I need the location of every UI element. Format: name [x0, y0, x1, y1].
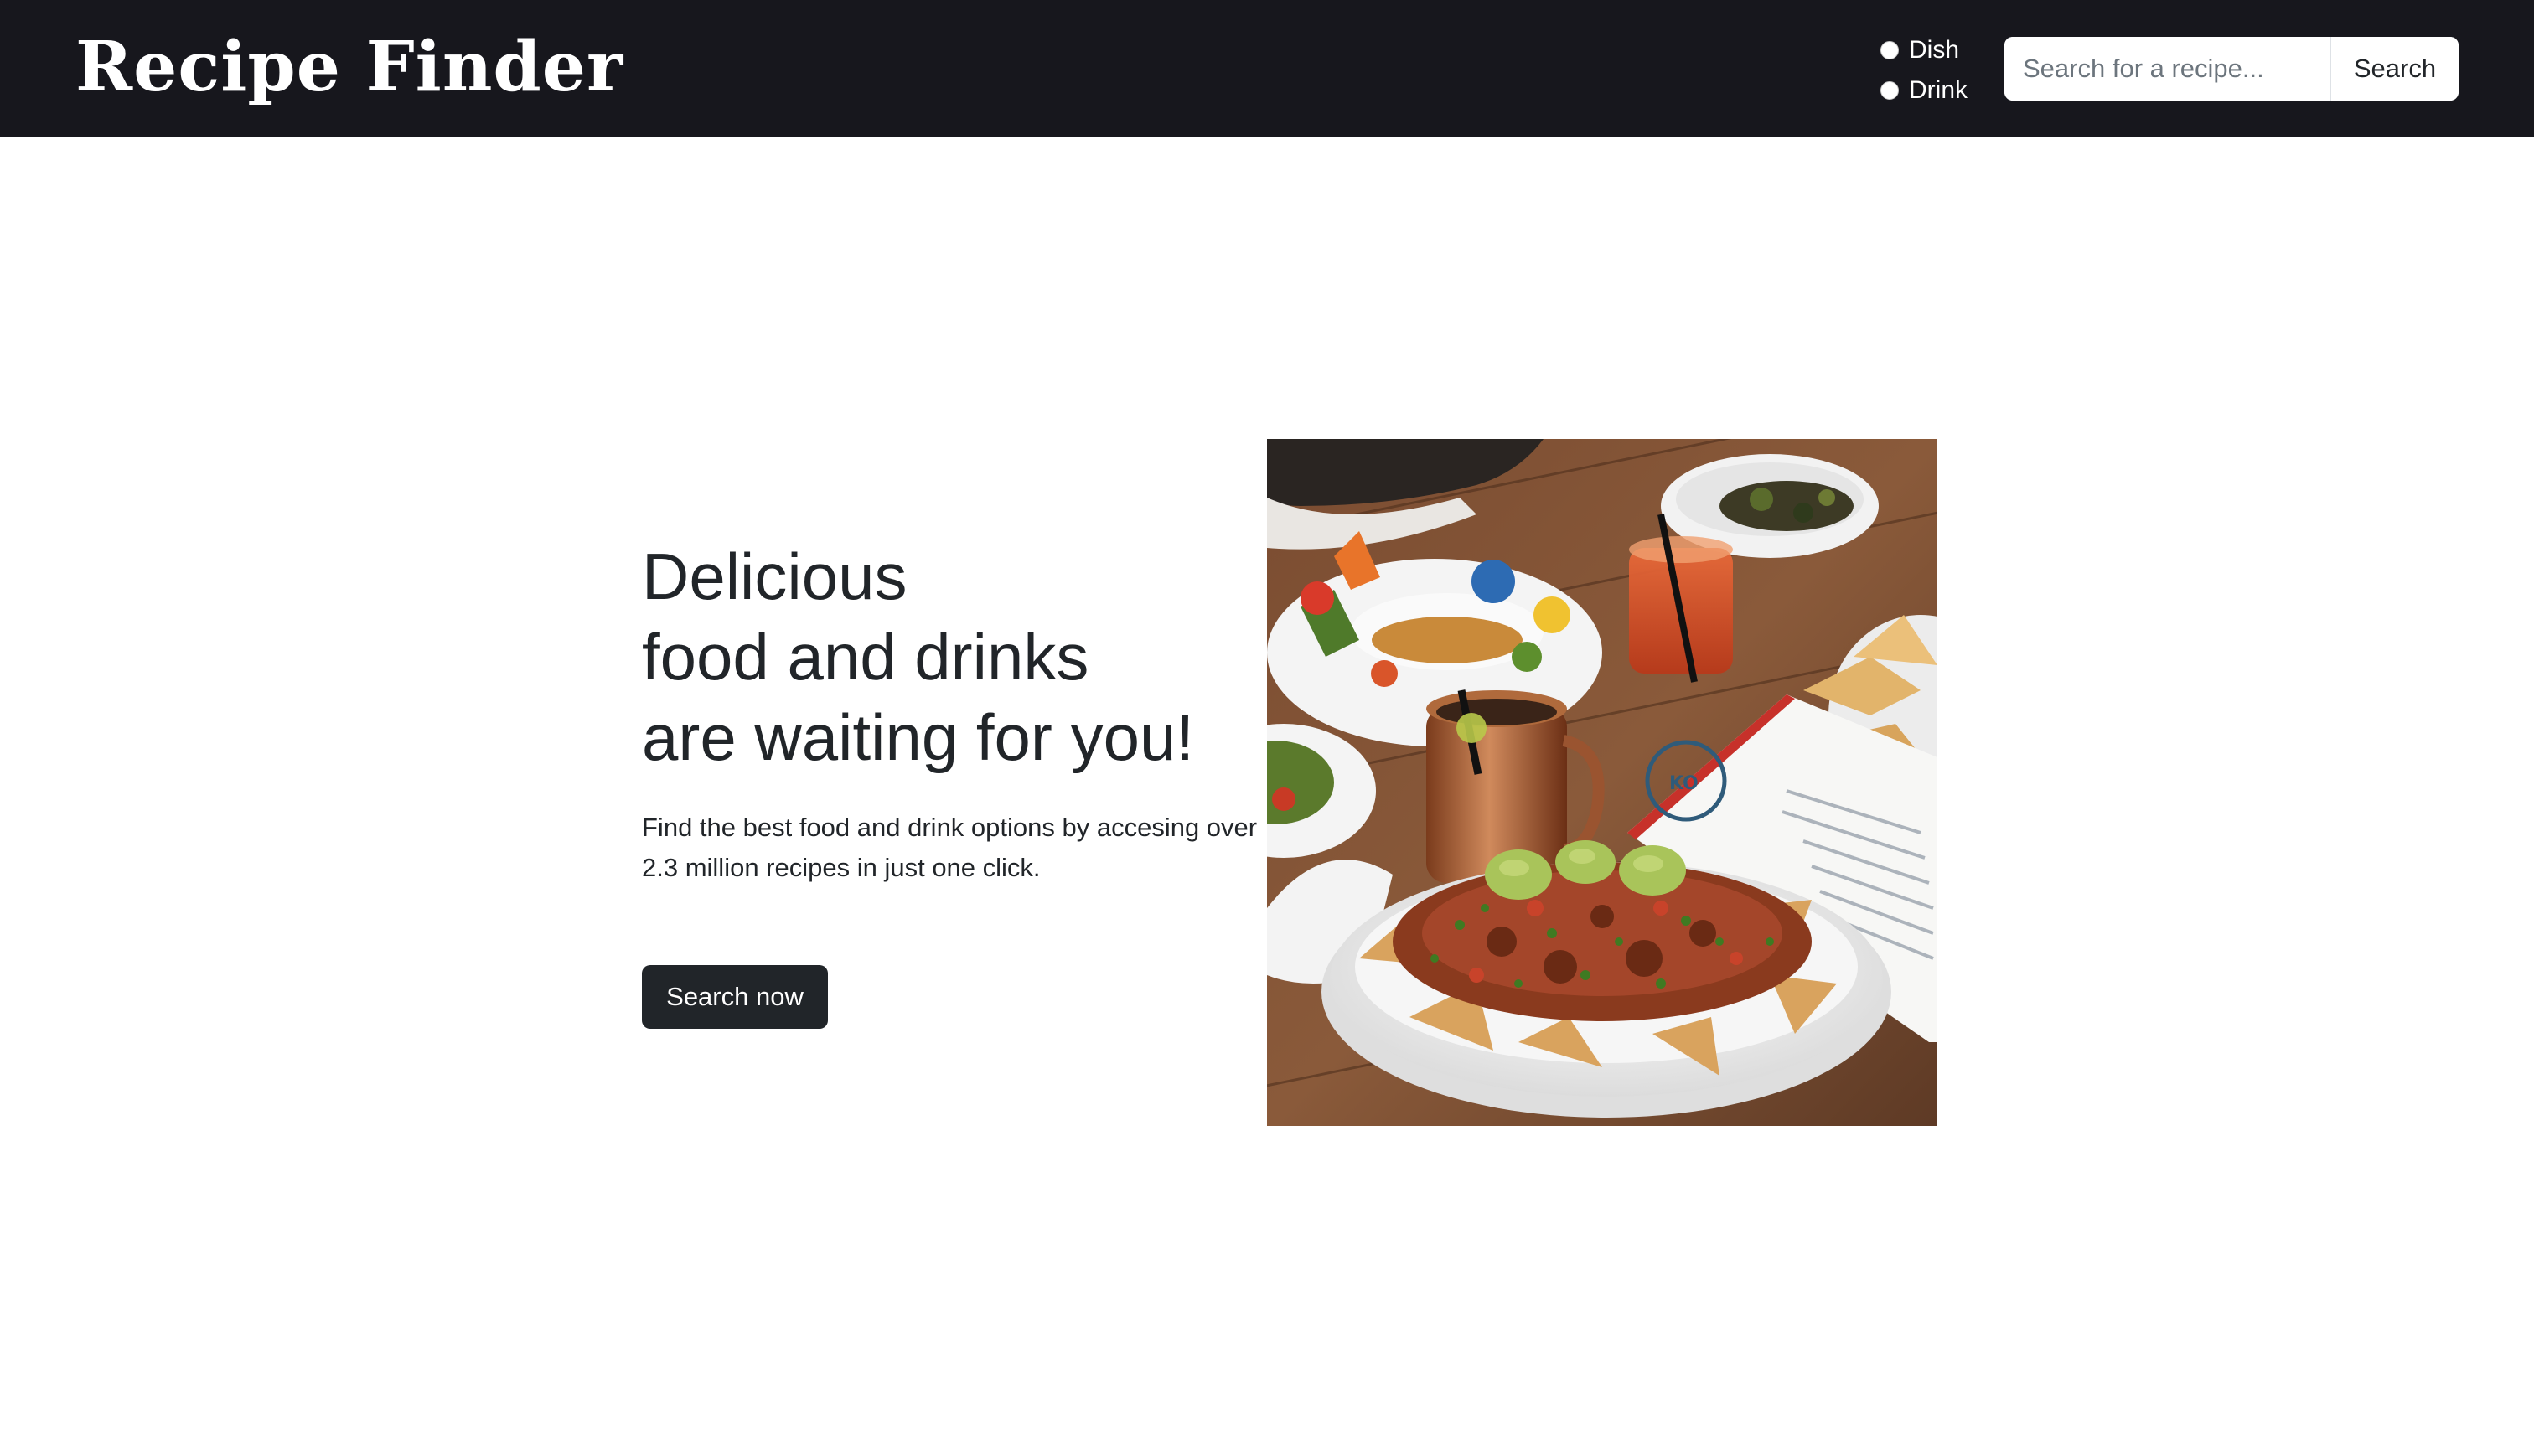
search-input[interactable]	[2004, 37, 2330, 101]
food-photo-illustration: KO	[1267, 439, 1937, 1126]
dish-radio-button[interactable]	[1880, 41, 1899, 59]
hero-title: Delicious food and drinks are waiting fo…	[642, 536, 1262, 777]
hero-food-image: KO	[1267, 439, 1937, 1126]
svg-text:KO: KO	[1669, 773, 1699, 794]
hero-description: Find the best food and drink options by …	[642, 813, 1258, 882]
hero-text-block: Delicious food and drinks are waiting fo…	[642, 536, 1262, 888]
search-type-radio-group: Dish Drink	[1880, 30, 1989, 111]
search-form: Search	[2004, 37, 2459, 101]
navbar: Recipe Finder Dish Drink Search	[0, 0, 2534, 137]
radio-option-drink[interactable]: Drink	[1880, 70, 1989, 111]
hero-title-line: Delicious	[642, 540, 908, 613]
dish-radio-label[interactable]: Dish	[1909, 36, 1959, 65]
search-now-button[interactable]: Search now	[642, 965, 828, 1029]
drink-radio-label[interactable]: Drink	[1909, 76, 1968, 105]
brand-logo[interactable]: Recipe Finder	[75, 20, 623, 114]
search-button[interactable]: Search	[2330, 37, 2459, 101]
drink-radio-button[interactable]	[1880, 81, 1899, 100]
hero-title-line: are waiting for you!	[642, 700, 1195, 774]
hero-title-line: food and drinks	[642, 620, 1089, 694]
radio-option-dish[interactable]: Dish	[1880, 30, 1989, 70]
